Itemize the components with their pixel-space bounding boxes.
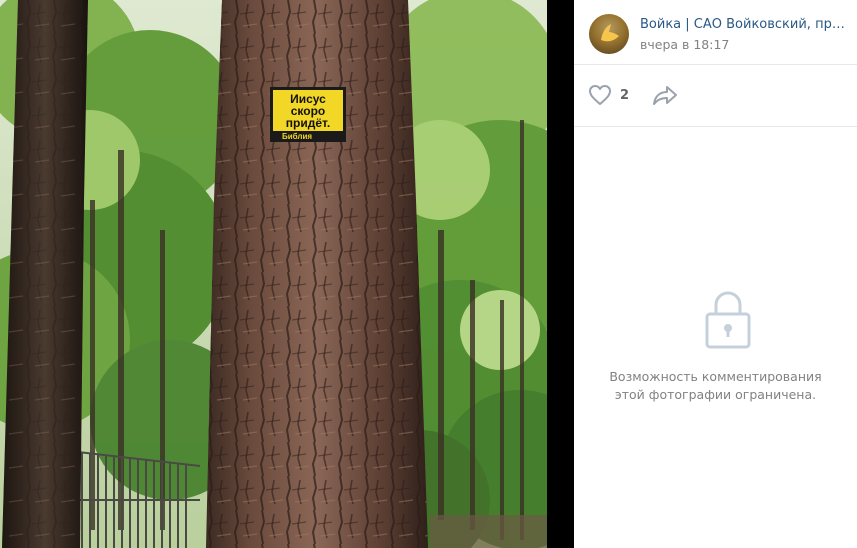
- photo-viewer[interactable]: Иисус скоро придёт. Библия: [0, 0, 547, 548]
- share-button[interactable]: [652, 84, 678, 110]
- avatar-logo-icon: [589, 14, 629, 54]
- forest-photo: Иисус скоро придёт. Библия: [0, 0, 547, 548]
- post-author-link[interactable]: Войка | САО Войковский, привива...: [640, 17, 852, 32]
- heart-icon: [589, 85, 611, 105]
- comments-lock: [705, 290, 751, 354]
- like-count: 2: [620, 87, 630, 103]
- sign-line-4: Библия: [282, 132, 312, 141]
- like-button[interactable]: 2: [588, 83, 629, 107]
- viewer-gap: [547, 0, 574, 548]
- post-date[interactable]: вчера в 18:17: [640, 37, 729, 52]
- post-panel: Войка | САО Войковский, привива... вчера…: [574, 0, 857, 548]
- lock-icon: [705, 291, 751, 349]
- avatar[interactable]: [589, 14, 629, 54]
- sign-line-3: придёт.: [286, 116, 330, 130]
- comments-restricted-message: Возможность комментирования этой фотогра…: [609, 369, 822, 402]
- share-arrow-icon: [653, 86, 677, 105]
- post-actions: 2: [574, 65, 857, 127]
- post-header: Войка | САО Войковский, привива... вчера…: [574, 0, 857, 65]
